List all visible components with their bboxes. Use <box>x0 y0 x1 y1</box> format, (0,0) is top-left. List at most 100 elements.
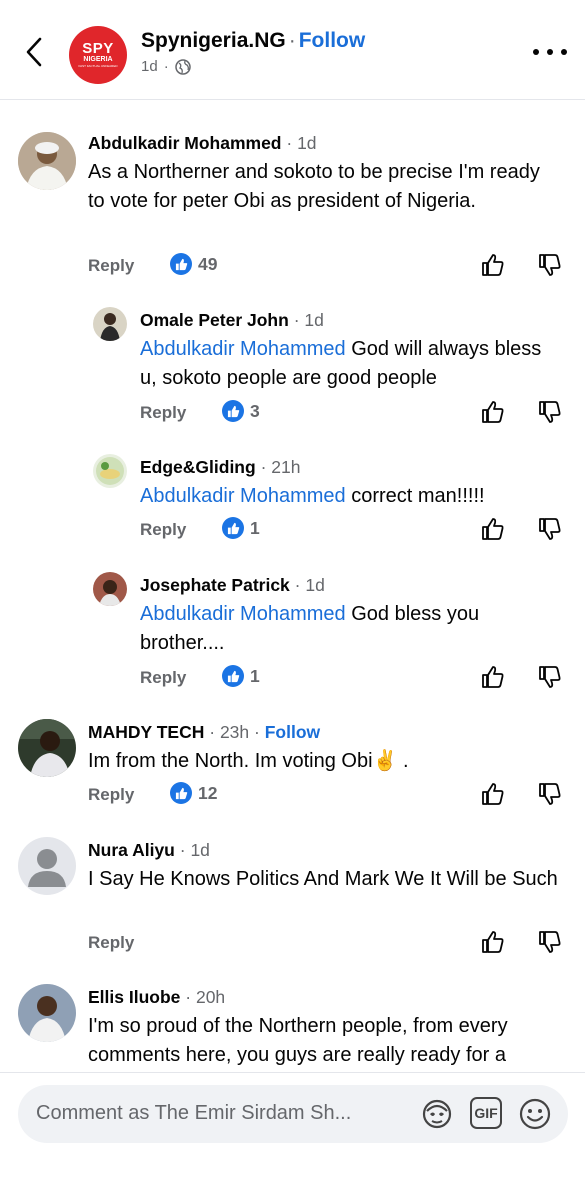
reply-button[interactable]: Reply <box>140 403 186 423</box>
comment-actions: Reply 1 <box>140 517 568 546</box>
downvote-icon[interactable] <box>537 664 563 690</box>
commenter-name[interactable]: Nura Aliyu <box>88 840 175 860</box>
comment-text: As a Northerner and sokoto to be precise… <box>88 161 540 212</box>
comment: Ellis Iluobe · 20h I'm so proud of the N… <box>0 979 585 1072</box>
more-dot <box>547 49 553 55</box>
comment-actions: Reply 12 <box>88 782 568 811</box>
comment-actions: Reply 49 <box>88 253 568 282</box>
reaction-count[interactable]: 1 <box>222 665 260 687</box>
upvote-icon[interactable] <box>480 781 506 807</box>
reply-comment: Josephate Patrick · 1d Abdulkadir Mohamm… <box>0 567 585 697</box>
comment: MAHDY TECH · 23h · Follow Im from the No… <box>0 714 585 814</box>
avatar[interactable] <box>18 132 76 190</box>
follow-button[interactable]: Follow <box>299 29 366 52</box>
mention-link[interactable]: Abdulkadir Mohammed <box>140 603 346 625</box>
reaction-count[interactable]: 49 <box>170 253 217 275</box>
page-avatar[interactable]: SPY NIGERIA FAST FACTUAL UNFEARED <box>69 26 127 84</box>
avatar[interactable] <box>18 719 76 777</box>
like-icon <box>170 782 192 804</box>
user-photo-icon <box>18 132 76 190</box>
comment-input-box[interactable]: Comment as The Emir Sirdam Sh... GIF <box>18 1085 568 1143</box>
downvote-icon[interactable] <box>537 252 563 278</box>
comment-header: Edge&Gliding · 21h <box>140 457 301 477</box>
upvote-icon[interactable] <box>480 399 506 425</box>
reply-button[interactable]: Reply <box>88 785 134 805</box>
reply-comment: Edge&Gliding · 21h Abdulkadir Mohammed c… <box>0 449 585 549</box>
comment-text: Abdulkadir Mohammed correct man!!!!! <box>140 485 485 507</box>
user-photo-icon <box>18 984 76 1042</box>
reply-button[interactable]: Reply <box>140 668 186 688</box>
commenter-name[interactable]: Omale Peter John <box>140 310 289 330</box>
reply-button[interactable]: Reply <box>88 933 134 953</box>
upvote-icon[interactable] <box>480 664 506 690</box>
user-photo-icon <box>93 572 127 606</box>
reply-button[interactable]: Reply <box>140 520 186 540</box>
upvote-icon[interactable] <box>480 929 506 955</box>
comment: Abdulkadir Mohammed · 1d As a Northerner… <box>0 125 585 285</box>
comment-text: Im from the North. Im voting Obi✌️ . <box>88 750 409 772</box>
comment: Nura Aliyu · 1d I Say He Knows Politics … <box>0 832 585 962</box>
avatar[interactable] <box>18 984 76 1042</box>
downvote-icon[interactable] <box>537 399 563 425</box>
logo-text: SPY <box>82 40 114 57</box>
page-name[interactable]: Spynigeria.NG <box>141 29 286 52</box>
comment-header: Ellis Iluobe · 20h <box>88 987 226 1007</box>
separator: · <box>288 29 296 52</box>
upvote-icon[interactable] <box>480 252 506 278</box>
avatar-sticker-icon[interactable] <box>420 1097 454 1131</box>
reaction-count[interactable]: 3 <box>222 400 260 422</box>
comment-time: 1d <box>297 133 317 153</box>
comment-header: MAHDY TECH · 23h · Follow <box>88 722 321 742</box>
commenter-name[interactable]: Edge&Gliding <box>140 457 256 477</box>
reaction-count[interactable]: 1 <box>222 517 260 539</box>
like-icon <box>170 253 192 275</box>
commenter-name[interactable]: Ellis Iluobe <box>88 987 180 1007</box>
avatar[interactable] <box>93 454 127 488</box>
more-dot <box>533 49 539 55</box>
post-meta: 1d · <box>141 58 191 75</box>
gif-button[interactable]: GIF <box>470 1097 502 1129</box>
downvote-icon[interactable] <box>537 516 563 542</box>
brand-logo-icon <box>93 454 127 488</box>
comment-time: 1d <box>304 310 324 330</box>
comment-time: 1d <box>190 840 210 860</box>
comment-actions: Reply 3 <box>140 400 568 429</box>
like-icon <box>222 400 244 422</box>
user-photo-icon <box>93 307 127 341</box>
emoji-icon[interactable] <box>518 1097 552 1131</box>
upvote-icon[interactable] <box>480 516 506 542</box>
comment-header: Omale Peter John · 1d <box>140 310 324 330</box>
more-options-button[interactable] <box>533 44 567 60</box>
back-button[interactable] <box>20 36 48 68</box>
mention-link[interactable]: Abdulkadir Mohammed <box>140 485 346 507</box>
commenter-name[interactable]: MAHDY TECH <box>88 722 204 742</box>
reply-button[interactable]: Reply <box>88 256 134 276</box>
downvote-icon[interactable] <box>537 781 563 807</box>
globe-icon <box>174 58 191 75</box>
more-dot <box>561 49 567 55</box>
reaction-count[interactable]: 12 <box>170 782 217 804</box>
user-photo-icon <box>18 719 76 777</box>
chevron-left-icon <box>26 37 42 67</box>
comment-header: Josephate Patrick · 1d <box>140 575 325 595</box>
comment-text: Abdulkadir Mohammed God bless you brothe… <box>140 603 480 654</box>
follow-button[interactable]: Follow <box>265 722 320 742</box>
like-icon <box>222 517 244 539</box>
comment-header: Nura Aliyu · 1d <box>88 840 210 860</box>
avatar[interactable] <box>93 572 127 606</box>
comment-input[interactable]: Comment as The Emir Sirdam Sh... <box>36 1102 351 1125</box>
commenter-name[interactable]: Abdulkadir Mohammed <box>88 133 282 153</box>
avatar[interactable] <box>93 307 127 341</box>
comment-time: 20h <box>195 987 226 1007</box>
post-time: 1d <box>141 58 158 75</box>
downvote-icon[interactable] <box>537 929 563 955</box>
mention-link[interactable]: Abdulkadir Mohammed <box>140 338 346 360</box>
default-avatar[interactable] <box>18 837 76 895</box>
comment-text: I Say He Knows Politics And Mark We It W… <box>88 868 558 890</box>
logo-text: NIGERIA <box>83 56 113 63</box>
comment-time: 21h <box>271 457 301 477</box>
comment-actions: Reply <box>88 931 568 959</box>
reply-comment: Omale Peter John · 1d Abdulkadir Mohamme… <box>0 302 585 432</box>
commenter-name[interactable]: Josephate Patrick <box>140 575 290 595</box>
comment-actions: Reply 1 <box>140 665 568 694</box>
